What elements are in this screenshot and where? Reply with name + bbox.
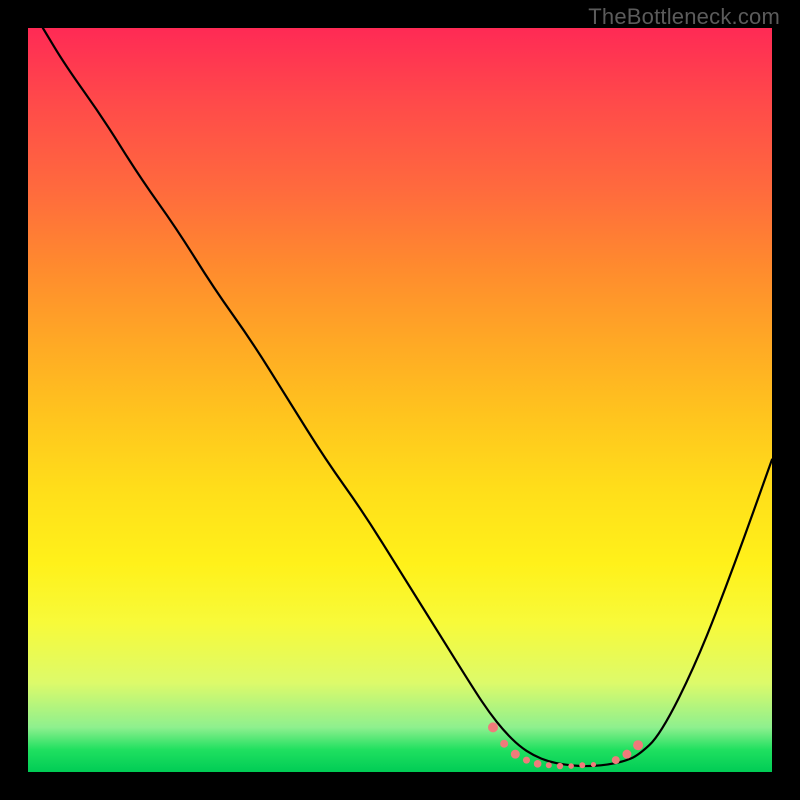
marker-dot [579, 762, 585, 768]
marker-dot [568, 763, 574, 769]
plot-area [28, 28, 772, 772]
marker-dot [523, 757, 530, 764]
marker-dot [500, 740, 508, 748]
marker-dot [612, 756, 620, 764]
marker-dot [557, 763, 563, 769]
marker-dot [488, 722, 498, 732]
watermark-text: TheBottleneck.com [588, 4, 780, 30]
marker-dot [622, 750, 631, 759]
marker-dot [633, 740, 643, 750]
chart-frame: TheBottleneck.com [0, 0, 800, 800]
marker-dot [511, 750, 520, 759]
marker-dot [534, 760, 542, 768]
marker-dot [591, 762, 596, 767]
series-curve [43, 28, 772, 766]
chart-svg [28, 28, 772, 772]
marker-dot [546, 762, 552, 768]
